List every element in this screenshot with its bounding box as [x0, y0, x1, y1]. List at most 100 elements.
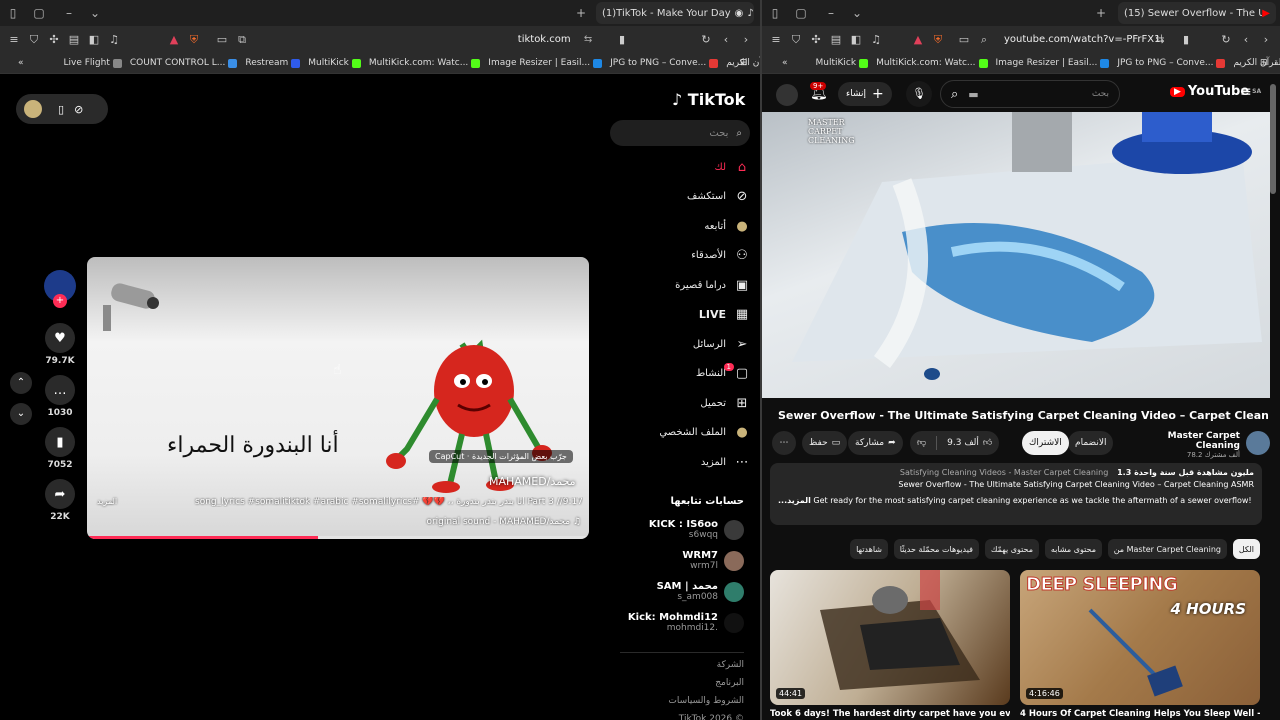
tab-list-icon[interactable]: ⌄ — [844, 6, 870, 20]
bookmark-item[interactable]: Image Resizer | Easil... — [488, 58, 603, 68]
filter-chip[interactable]: من Master Carpet Cleaning — [1107, 539, 1227, 559]
bookmark-item[interactable]: MultiKick.com: Watc... — [369, 58, 481, 68]
footer-link[interactable]: الشركة — [640, 660, 744, 670]
bookmark-icon[interactable]: ▮ — [612, 33, 632, 46]
filter-chip[interactable]: الكل — [1232, 539, 1260, 559]
bookmark-icon[interactable]: ▮ — [1176, 33, 1196, 46]
capcut-tag[interactable]: CapCut · جرّب بعض المؤثرات الجديدة — [429, 450, 573, 463]
subscribe-button[interactable]: الاشتراك — [1022, 431, 1069, 455]
voice-search-button[interactable]: 🎙︎ — [906, 81, 932, 107]
reader-icon[interactable]: ◧ — [846, 33, 866, 46]
rec-title-1[interactable]: Took 6 days! The hardest dirty carpet ha… — [770, 709, 1010, 719]
like-icon[interactable]: 👍︎ — [983, 438, 992, 448]
bookmark-item[interactable]: MultiKick — [816, 58, 869, 68]
user-avatar[interactable] — [24, 100, 42, 118]
yt-avatar[interactable] — [776, 84, 798, 106]
menu-icon[interactable]: ≡ — [766, 33, 786, 46]
filter-chip[interactable]: فيديوهات محمّلة حديثًا — [893, 539, 979, 559]
sidebar-toggle-icon[interactable]: ▯ — [0, 6, 26, 20]
collapse-icon[interactable]: « — [18, 58, 24, 68]
tab-list-icon[interactable]: ⌄ — [82, 6, 108, 20]
brave-shield-icon[interactable]: ⛨ — [184, 33, 204, 47]
description-box[interactable]: Satisfying Cleaning Videos - Master Carp… — [770, 463, 1262, 525]
shield-icon[interactable]: ⛉ — [24, 33, 44, 47]
apps-icon[interactable]: ⊞ — [740, 58, 748, 68]
forward-icon[interactable]: › — [1256, 33, 1276, 46]
guide-menu-icon[interactable]: ≡ — [1240, 84, 1252, 100]
bookmark-item[interactable]: MultiKick — [308, 58, 361, 68]
prev-video-button[interactable]: ⌃ — [10, 372, 32, 394]
audio-icon[interactable]: ◉ — [735, 8, 744, 19]
nav-item-0[interactable]: لك ⌂ — [620, 156, 750, 178]
channel-avatar[interactable] — [1246, 431, 1270, 455]
workspaces-icon[interactable]: ▢ — [788, 6, 814, 20]
bookmark-item[interactable]: JPG to PNG – Conve... — [1117, 58, 1226, 68]
yt-search-box[interactable]: ⌕ ▬ بحث — [940, 80, 1120, 108]
bookmark-item[interactable]: Live Flight — [64, 58, 122, 68]
address-bar[interactable]: youtube.com/watch?v=-PFrFX1k... — [1004, 34, 1162, 45]
menu-icon[interactable]: ≡ — [4, 33, 24, 46]
nav-item-9[interactable]: الملف الشخصي ● — [620, 422, 750, 444]
new-tab-button[interactable]: + — [568, 6, 594, 20]
address-bar[interactable]: tiktok.com ⇆ — [480, 34, 630, 45]
bookmark-item[interactable]: Restream — [245, 58, 301, 68]
tab-youtube[interactable]: (15) Sewer Overflow - The Ultim ▶ — [1118, 2, 1276, 24]
footer-link[interactable]: البرنامج — [640, 678, 744, 688]
nav-item-8[interactable]: تحميل ⊞ — [620, 392, 750, 414]
filter-chip[interactable]: محتوى يهمّك — [984, 539, 1039, 559]
collapse-icon[interactable]: « — [782, 58, 788, 68]
footer-link[interactable]: TikTok 2026 © — [640, 714, 744, 720]
bookmark-item[interactable]: COUNT CONTROL L... — [130, 58, 238, 68]
phone-icon[interactable]: ▯ — [58, 103, 64, 116]
join-button[interactable]: الانضمام — [1068, 431, 1114, 455]
screenshot-icon[interactable]: ⧉ — [232, 33, 252, 47]
nav-item-7[interactable]: النشاط ▢ 1 — [620, 362, 750, 385]
progress-track[interactable] — [87, 536, 589, 539]
lens-icon[interactable]: ⌕ — [974, 33, 994, 47]
scrollbar[interactable] — [1270, 84, 1276, 194]
nav-item-1[interactable]: استكشف ⊘ — [620, 186, 750, 208]
back-icon[interactable]: ‹ — [1236, 33, 1256, 46]
aria-icon[interactable]: ▲ — [908, 33, 928, 46]
sound-row[interactable]: original sound - MAHAMED/محمد ♫ — [426, 517, 581, 527]
nav-item-5[interactable]: LIVE ▦ — [620, 304, 750, 326]
like-button[interactable]: ♥ — [45, 323, 75, 353]
yt-video-player[interactable]: MASTER CARPET CLEANING — [762, 112, 1270, 398]
nav-item-6[interactable]: الرسائل ➢ — [620, 333, 750, 355]
bookmark-item[interactable]: JPG to PNG – Conve... — [610, 58, 719, 68]
search-input-keyboard-icon[interactable]: ▬ — [968, 88, 978, 101]
rec-thumbnail-2[interactable]: DEEP SLEEPING 4 HOURS 4:16:46 — [1020, 570, 1260, 705]
extensions-icon[interactable]: ✣ — [44, 33, 64, 46]
nav-item-4[interactable]: دراما قصيرة ▣ — [620, 274, 750, 296]
save-button[interactable]: حفظ ▭ — [802, 431, 848, 455]
reload-icon[interactable]: ↻ — [696, 33, 716, 46]
tune-icon[interactable]: ⇆ — [1150, 33, 1170, 46]
back-icon[interactable]: ‹ — [716, 33, 736, 46]
bookmark-item[interactable]: Image Resizer | Easil... — [996, 58, 1110, 68]
share-button[interactable]: مشاركة ➦ — [848, 431, 903, 455]
rec-thumbnail-1[interactable]: 44:41 — [770, 570, 1010, 705]
history-icon[interactable]: ▤ — [826, 33, 846, 46]
desc-more-link[interactable]: ...المزيد — [778, 496, 811, 505]
more-actions-button[interactable]: ⋯ — [772, 431, 796, 455]
more-link[interactable]: المزيد — [97, 497, 117, 506]
tiktok-search[interactable]: بحث ⌕ — [610, 120, 750, 146]
tiktok-logo[interactable]: ♪ TikTok — [672, 90, 745, 109]
share-button[interactable]: ➦ — [45, 479, 75, 509]
apps-icon[interactable]: ⊞ — [1260, 58, 1268, 68]
brave-shield-icon[interactable]: ⛨ — [928, 33, 948, 47]
tab-tiktok[interactable]: (1)TikTok - Make Your Day ◉ ♪ — [596, 2, 754, 24]
music-icon[interactable]: ♫ — [866, 33, 886, 46]
save-button[interactable]: ▮ — [45, 427, 75, 457]
extensions-icon[interactable]: ✣ — [806, 33, 826, 46]
bookmark-item[interactable]: MultiKick.com: Watc... — [876, 58, 988, 68]
filter-chip[interactable]: شاهدتها — [850, 539, 888, 559]
next-video-button[interactable]: ⌄ — [10, 403, 32, 425]
cast-icon[interactable]: ▭ — [212, 33, 232, 46]
reload-icon[interactable]: ↻ — [1216, 33, 1236, 46]
forward-icon[interactable]: › — [736, 33, 756, 46]
dislike-icon[interactable]: 👎︎ — [917, 438, 926, 448]
footer-link[interactable]: الشروط والسياسات — [640, 696, 744, 706]
aria-icon[interactable]: ▲ — [164, 33, 184, 46]
cast-icon[interactable]: ▭ — [954, 33, 974, 46]
